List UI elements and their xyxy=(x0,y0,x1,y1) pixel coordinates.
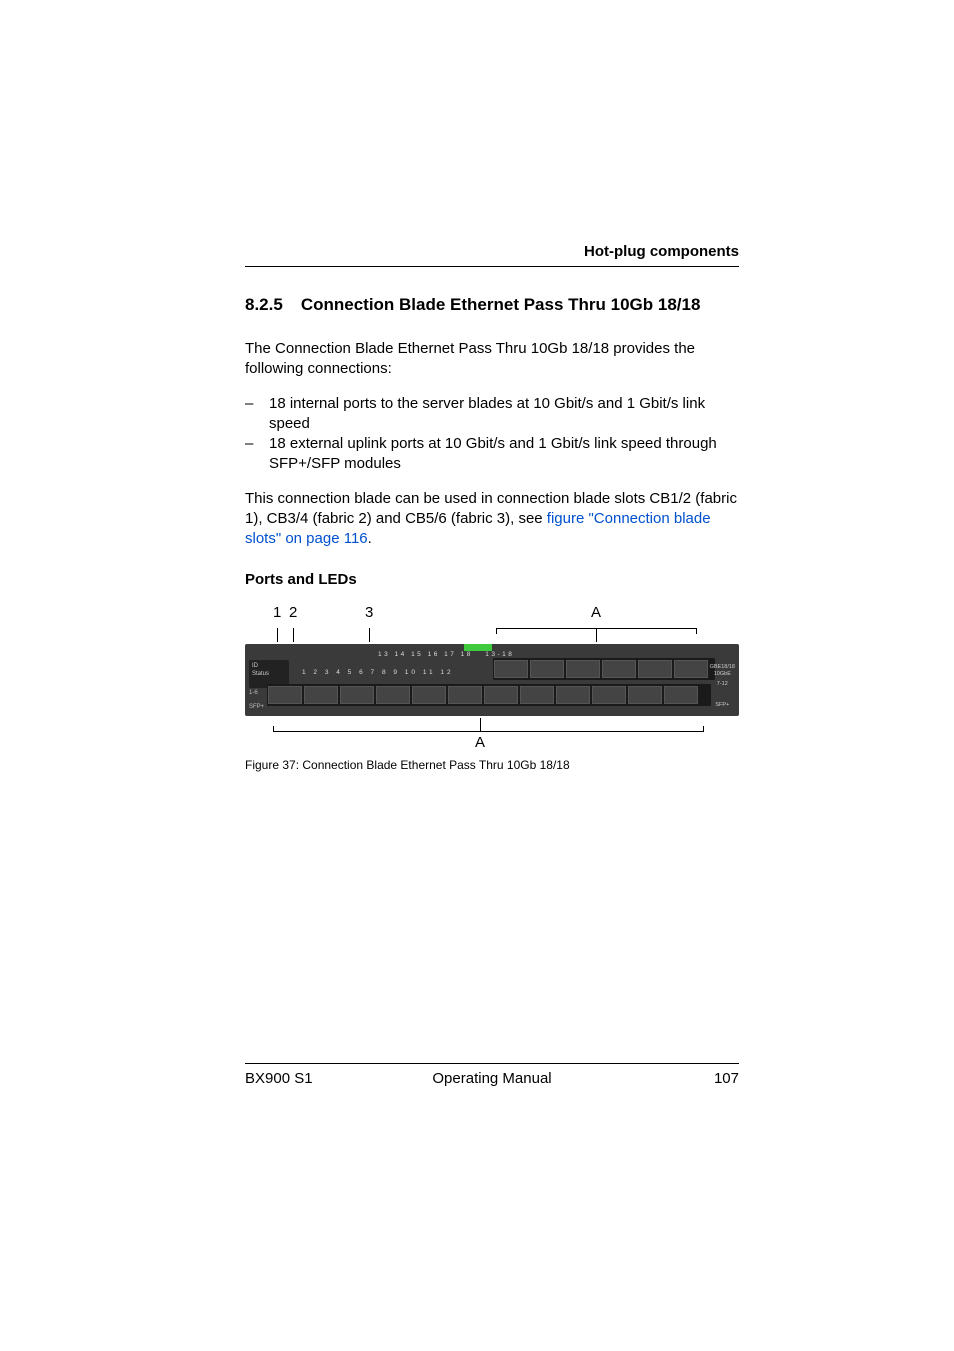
ports-top-nums: 13 14 15 16 17 18 xyxy=(378,651,473,658)
sfp-row-top xyxy=(493,658,715,680)
sfp-slot xyxy=(674,660,708,678)
page-footer: BX900 S1 Operating Manual 107 xyxy=(245,1063,739,1087)
hardware-panel: ID Status 13 14 15 16 17 18 13-18 1 2 3 … xyxy=(245,644,739,716)
sfp-left-range: 1-6 xyxy=(249,690,258,696)
sfp-slot xyxy=(566,660,600,678)
sfp-slot xyxy=(484,686,518,704)
sfp-slot xyxy=(592,686,626,704)
panel-model: GBE18/18 xyxy=(710,664,735,671)
bullet-list: – 18 internal ports to the server blades… xyxy=(245,394,739,475)
footer-center: Operating Manual xyxy=(432,1070,551,1087)
list-item-text: 18 external uplink ports at 10 Gbit/s an… xyxy=(269,434,739,475)
figure-label-1: 1 xyxy=(273,604,281,621)
slot-text-post: . xyxy=(368,530,372,547)
figure-label-a-top: A xyxy=(591,604,601,621)
page-header-right: Hot-plug components xyxy=(245,243,739,267)
panel-speed: 10GbE xyxy=(710,671,735,678)
sfp-row-bottom xyxy=(267,684,711,706)
sfp-left-label: SFP+ xyxy=(249,704,264,710)
sfp-slot xyxy=(638,660,672,678)
sfp-slot xyxy=(628,686,662,704)
panel-id-text: ID xyxy=(252,663,286,671)
bullet-dash: – xyxy=(245,394,269,414)
figure-ticks-bottom xyxy=(245,716,739,734)
port-numbers-bottom: 1 2 3 4 5 6 7 8 9 10 11 12 xyxy=(302,669,454,676)
sfp-slot xyxy=(268,686,302,704)
sfp-slot xyxy=(448,686,482,704)
ports-top-extra: 13-18 xyxy=(485,651,514,658)
sfp-slot xyxy=(530,660,564,678)
figure-container: 1 2 3 A ID Status 13 14 15 16 17 18 13-1… xyxy=(245,604,739,772)
sfp-slot xyxy=(304,686,338,704)
footer-right: 107 xyxy=(714,1070,739,1087)
footer-left: BX900 S1 xyxy=(245,1070,313,1087)
list-item: – 18 external uplink ports at 10 Gbit/s … xyxy=(245,434,739,475)
panel-range: 7-12 xyxy=(710,681,735,688)
section-heading: 8.2.5 Connection Blade Ethernet Pass Thr… xyxy=(245,295,739,315)
figure-caption: Figure 37: Connection Blade Ethernet Pas… xyxy=(245,758,739,772)
ports-bottom-nums: 1 2 3 4 5 6 7 8 9 10 11 12 xyxy=(302,669,454,676)
figure-labels-top: 1 2 3 A xyxy=(245,604,739,626)
sfp-slot xyxy=(520,686,554,704)
list-item: – 18 internal ports to the server blades… xyxy=(245,394,739,435)
panel-right-label: GBE18/18 10GbE 7-12 SFP+ xyxy=(710,664,735,708)
sfp-slot xyxy=(376,686,410,704)
bullet-dash: – xyxy=(245,434,269,454)
sfp-slot xyxy=(340,686,374,704)
figure-labels-bottom: A xyxy=(245,734,739,754)
sfp-slot xyxy=(494,660,528,678)
panel-sfp: SFP+ xyxy=(710,702,735,709)
figure-label-2: 2 xyxy=(289,604,297,621)
subheading-ports-leds: Ports and LEDs xyxy=(245,571,739,588)
sfp-slot xyxy=(556,686,590,704)
figure-ticks-top xyxy=(245,626,739,644)
slot-paragraph: This connection blade can be used in con… xyxy=(245,489,739,550)
section-number: 8.2.5 xyxy=(245,295,283,315)
section-title: Connection Blade Ethernet Pass Thru 10Gb… xyxy=(301,295,701,315)
figure-label-a-bottom: A xyxy=(475,734,485,751)
sfp-slot xyxy=(664,686,698,704)
figure-label-3: 3 xyxy=(365,604,373,621)
intro-paragraph: The Connection Blade Ethernet Pass Thru … xyxy=(245,339,739,380)
sfp-slot xyxy=(412,686,446,704)
green-led-indicator xyxy=(464,644,492,651)
port-numbers-top: 13 14 15 16 17 18 13-18 xyxy=(378,651,514,658)
panel-status-text: Status xyxy=(252,671,286,679)
sfp-slot xyxy=(602,660,636,678)
list-item-text: 18 internal ports to the server blades a… xyxy=(269,394,739,435)
